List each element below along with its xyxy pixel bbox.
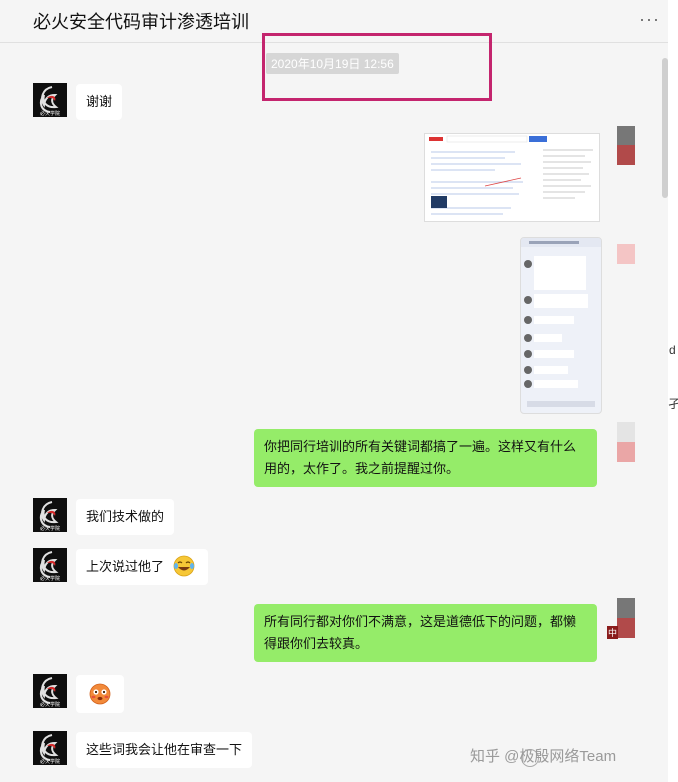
avatar[interactable]: 必火学院 <box>33 548 67 582</box>
flushed-face-emoji-icon <box>89 683 111 705</box>
avatar[interactable]: 必火学院 <box>33 83 67 117</box>
background-tile <box>617 126 635 145</box>
message-bubble: 你把同行培训的所有关键词都搞了一遍。这样又有什么用的，太作了。我之前提醒过你。 <box>254 429 597 487</box>
background-tile <box>617 618 635 638</box>
message-text: 上次说过他了 <box>86 559 165 574</box>
more-options-button[interactable]: ··· <box>639 9 660 30</box>
fire-logo-icon: 必火学院 <box>39 734 60 765</box>
fire-logo-icon: 必火学院 <box>39 86 60 117</box>
background-window <box>668 0 678 782</box>
chat-screenshot <box>521 238 601 407</box>
svg-text:必火学院: 必火学院 <box>40 758 60 765</box>
message-bubble: 这些词我会让他在审查一下 <box>76 732 253 768</box>
chat-window: 必火安全代码审计渗透培训 ··· 2020年10月19日 12:56 必火学院 … <box>0 0 668 782</box>
image-message[interactable] <box>520 237 602 414</box>
highlight-box <box>262 33 492 101</box>
chat-title: 必火安全代码审计渗透培训 <box>33 12 249 32</box>
background-text: d <box>669 343 676 357</box>
fire-logo-icon: 必火学院 <box>39 677 60 708</box>
message-bubble <box>76 675 124 713</box>
background-tile <box>617 145 635 165</box>
background-tile <box>617 422 635 442</box>
watermark-text: 知乎 @极殷网络Team <box>470 748 617 765</box>
message-bubble: 所有同行都对你们不满意，这是道德低下的问题，都懒得跟你们去较真。 <box>254 604 597 662</box>
image-message[interactable] <box>424 133 600 222</box>
fire-logo-icon: 必火学院 <box>39 551 60 582</box>
background-tile <box>617 598 635 618</box>
svg-text:必火学院: 必火学院 <box>40 575 60 582</box>
scrollbar[interactable] <box>662 58 668 198</box>
avatar[interactable]: 必火学院 <box>33 498 67 532</box>
svg-text:必火学院: 必火学院 <box>40 525 60 532</box>
laugh-cry-emoji-icon <box>173 555 195 577</box>
avatar[interactable]: 必火学院 <box>33 731 67 765</box>
background-text: 中 <box>607 626 619 639</box>
avatar[interactable]: 必火学院 <box>33 674 67 708</box>
message-bubble: 谢谢 <box>76 84 123 120</box>
background-tile <box>617 244 635 264</box>
search-results-screenshot <box>425 134 599 221</box>
message-bubble: 我们技术做的 <box>76 499 175 535</box>
background-text: 孑 <box>668 397 678 411</box>
svg-text:必火学院: 必火学院 <box>40 701 60 708</box>
fire-logo-icon: 必火学院 <box>39 501 60 532</box>
background-tile <box>617 442 635 462</box>
svg-text:必火学院: 必火学院 <box>40 110 60 117</box>
